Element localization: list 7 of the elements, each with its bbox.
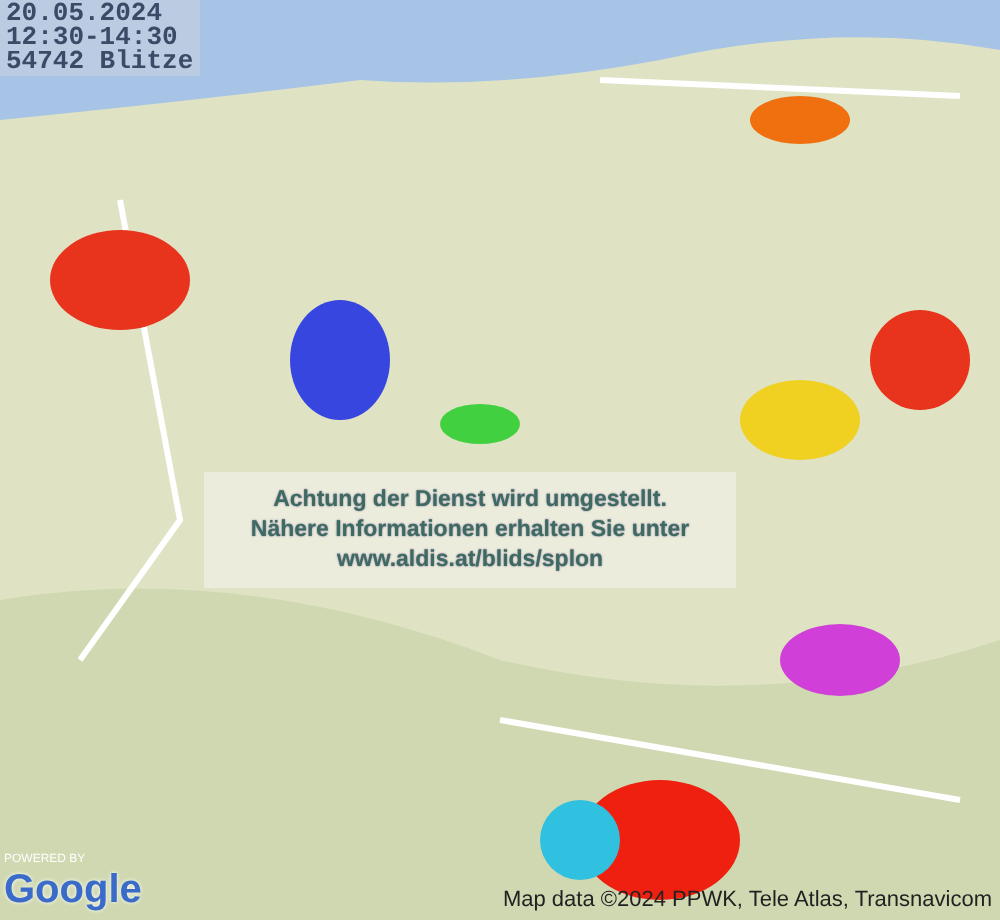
info-text: 54742 Blitze <box>6 50 194 74</box>
notice-text: Nähere Informationen erhalten Sie unter <box>250 515 690 545</box>
info-text: 20.05.2024 <box>6 2 163 26</box>
logo: Google <box>4 868 142 912</box>
notice-text: Achtung der Dienst wird umgestellt. <box>273 485 667 515</box>
notice-text: www.aldis.at/blids/splon <box>336 545 604 575</box>
info-text: 12:30-14:30 <box>6 26 178 50</box>
